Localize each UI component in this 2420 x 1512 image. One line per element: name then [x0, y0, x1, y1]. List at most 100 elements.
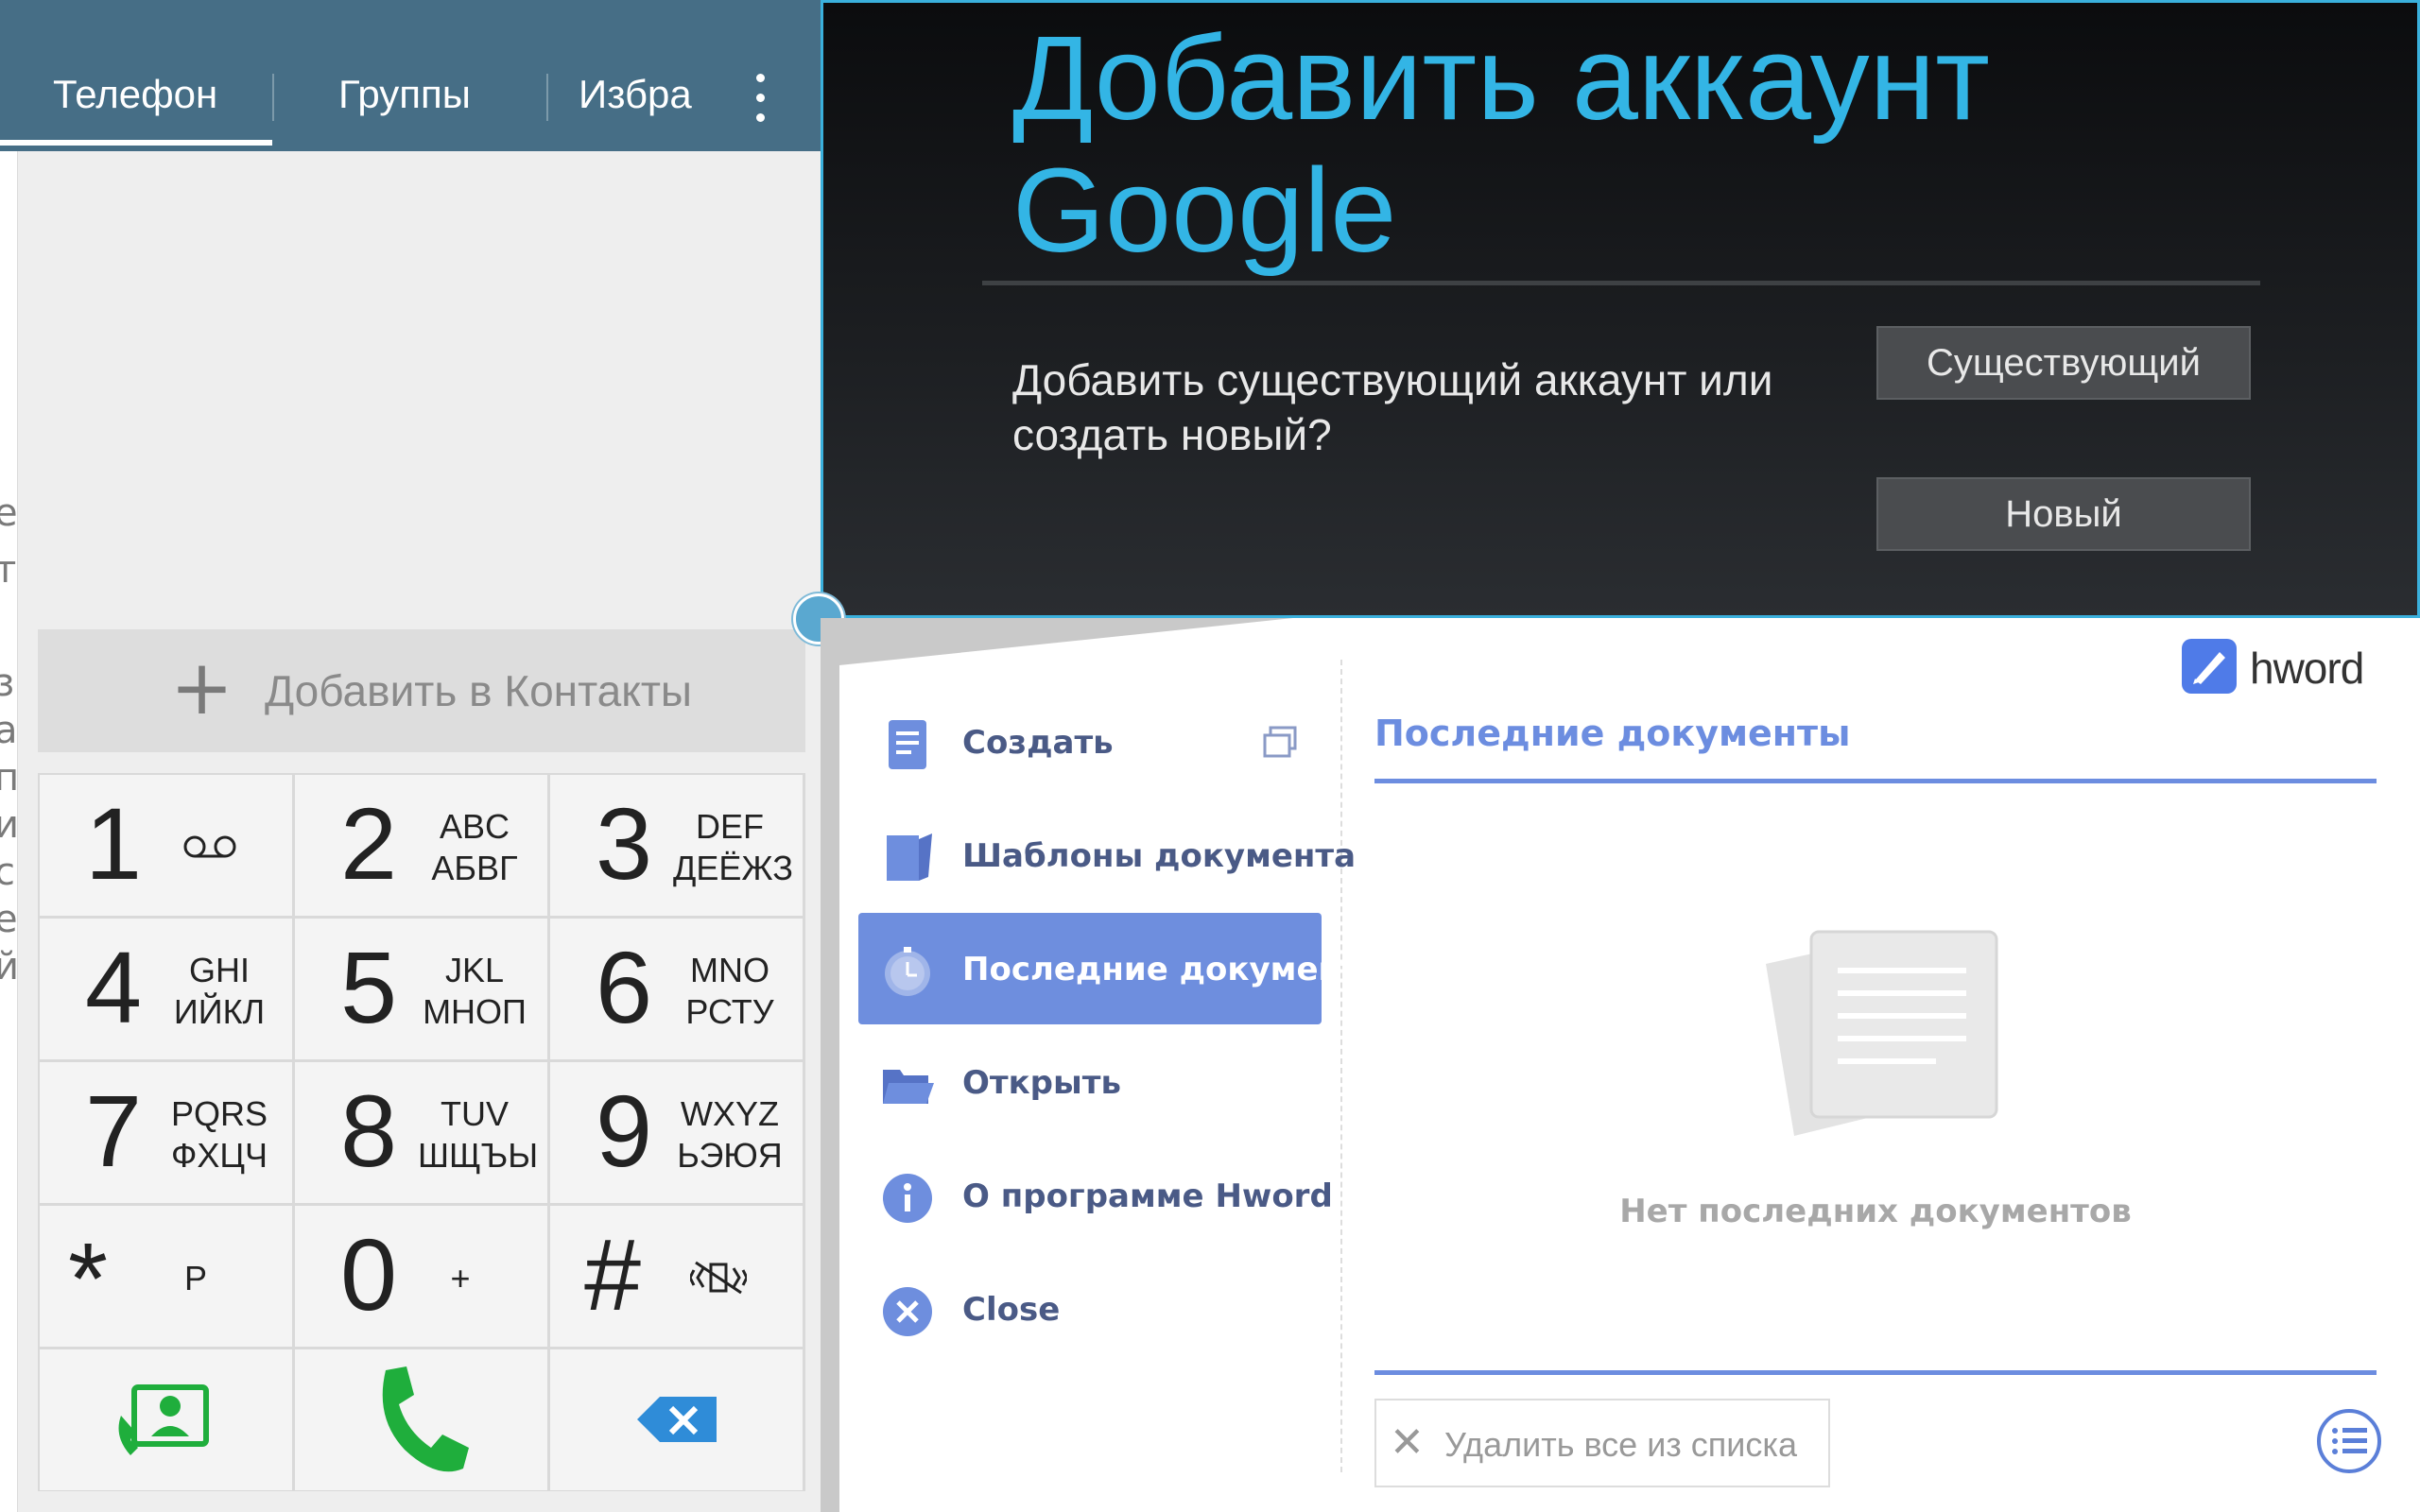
key-digit: # — [584, 1217, 642, 1332]
key-3[interactable]: 3 DEF ДЕЁЖЗ — [550, 775, 803, 916]
menu-label: Последние документы — [962, 951, 1389, 988]
tab-phone[interactable]: Телефон — [53, 72, 217, 117]
dial-keypad: 1 2 ABC АБВГ 3 DEF ДЕЁЖЗ 4 GHI ИЙКЛ 5 JK… — [38, 773, 805, 1491]
tab-divider — [546, 74, 548, 121]
key-2[interactable]: 2 ABC АБВГ — [295, 775, 547, 916]
new-window-icon[interactable] — [1261, 724, 1299, 762]
list-view-icon[interactable] — [2316, 1408, 2382, 1474]
background-window-edge: ет за пи се й — [0, 151, 19, 1512]
active-tab-indicator — [0, 140, 272, 146]
key-digit: 1 — [85, 786, 143, 901]
key-8[interactable]: 8 TUV ШЩЪЫ — [295, 1062, 547, 1203]
key-letters-latin: GHI — [188, 951, 250, 989]
tab-divider — [272, 74, 274, 121]
clock-icon — [885, 947, 930, 996]
hword-logo-icon — [2182, 639, 2237, 694]
key-letters-latin: WXYZ — [681, 1094, 779, 1133]
menu-label: О программе Hword — [962, 1177, 1333, 1215]
key-5[interactable]: 5 JKL МНОП — [295, 919, 547, 1059]
mute-vibrate-icon — [690, 1261, 747, 1295]
menu-templates[interactable]: Шаблоны документа — [858, 799, 1356, 911]
menu-open[interactable]: Открыть — [858, 1026, 1322, 1138]
add-to-contacts-button[interactable]: + Добавить в Контакты — [38, 629, 805, 752]
key-letters-latin: TUV — [441, 1094, 509, 1133]
dialog-title: Добавить аккаунт Google — [1012, 11, 1990, 277]
key-sub-label: + — [450, 1259, 471, 1297]
key-letters-cyrillic: ФХЦЧ — [170, 1136, 268, 1175]
menu-create[interactable]: Создать — [858, 686, 1322, 798]
backspace-icon — [637, 1397, 717, 1442]
key-letters-cyrillic: ЬЭЮЯ — [677, 1136, 783, 1175]
key-digit: 0 — [340, 1217, 398, 1332]
key-letters-cyrillic: ДЕЁЖЗ — [673, 849, 794, 887]
clear-list-label: Удалить все из списка — [1444, 1425, 1797, 1464]
title-underline — [1374, 779, 2377, 783]
key-digit: 7 — [85, 1074, 143, 1188]
voicemail-icon — [183, 835, 236, 858]
key-letters-cyrillic: ИЙКЛ — [173, 992, 266, 1031]
clear-list-button[interactable]: ✕ Удалить все из списка — [1374, 1399, 1830, 1487]
key-digit: 5 — [340, 930, 398, 1044]
contacts-icon — [118, 1384, 209, 1455]
new-account-button[interactable]: Новый — [1876, 477, 2251, 551]
backspace-button[interactable] — [550, 1349, 803, 1490]
folder-icon — [883, 1070, 934, 1104]
existing-account-button[interactable]: Существующий — [1876, 326, 2251, 400]
key-letters-cyrillic: РСТУ — [685, 992, 774, 1031]
key-digit: 4 — [85, 930, 143, 1044]
key-sub-label: P — [183, 1259, 207, 1297]
empty-documents-icon — [1766, 930, 1998, 1136]
title-divider — [982, 281, 2260, 285]
tab-favorites[interactable]: Избра — [579, 72, 692, 117]
hword-app-window: Создать Шаблоны документа Последние доку… — [839, 618, 2420, 1512]
key-9[interactable]: 9 WXYZ ЬЭЮЯ — [550, 1062, 803, 1203]
phone-call-icon — [382, 1366, 469, 1472]
empty-state-text: Нет последних документов — [1619, 1193, 2132, 1230]
phone-tab-bar: Телефон Группы Избра — [0, 0, 821, 151]
menu-close[interactable]: Close — [858, 1253, 1322, 1365]
tab-groups[interactable]: Группы — [338, 72, 471, 117]
key-digit: 6 — [596, 930, 653, 1044]
key-letters-latin: PQRS — [170, 1094, 268, 1133]
key-digit: 8 — [340, 1074, 398, 1188]
add-to-contacts-label: Добавить в Контакты — [265, 666, 692, 715]
menu-label: Открыть — [962, 1064, 1121, 1102]
contacts-button[interactable] — [40, 1349, 292, 1490]
key-1[interactable]: 1 — [40, 775, 292, 916]
key-letters-latin: ABC — [439, 807, 510, 846]
key-0[interactable]: 0 + — [295, 1206, 547, 1347]
key-letters-latin: JKL — [444, 951, 505, 989]
menu-label: Создать — [962, 724, 1114, 762]
key-6[interactable]: 6 MNO РСТУ — [550, 919, 803, 1059]
key-digit: * — [68, 1221, 109, 1335]
document-icon — [889, 720, 926, 769]
key-letters-cyrillic: МНОП — [423, 992, 527, 1031]
key-7[interactable]: 7 PQRS ФХЦЧ — [40, 1062, 292, 1203]
recent-documents-title: Последние документы — [1374, 713, 1851, 754]
key-digit: 3 — [596, 786, 653, 901]
menu-label: Close — [962, 1291, 1061, 1329]
key-letters-latin: DEF — [696, 807, 764, 846]
list-bottom-divider — [1374, 1370, 2377, 1375]
menu-label: Шаблоны документа — [962, 837, 1357, 875]
key-digit: 9 — [596, 1074, 653, 1188]
close-icon: ✕ — [1390, 1418, 1425, 1467]
key-letters-latin: MNO — [690, 951, 769, 989]
panel-divider — [1340, 660, 1342, 1472]
key-4[interactable]: 4 GHI ИЙКЛ — [40, 919, 292, 1059]
hword-brand: hword — [2250, 644, 2364, 693]
template-icon — [887, 833, 932, 881]
info-icon — [883, 1174, 932, 1223]
key-hash[interactable]: # — [550, 1206, 803, 1347]
dialog-message: Добавить существующий аккаунт или создат… — [1012, 355, 1773, 459]
menu-recent-documents[interactable]: Последние документы — [858, 913, 1388, 1024]
call-button[interactable] — [295, 1349, 547, 1490]
close-icon — [883, 1287, 932, 1336]
plus-icon: + — [170, 644, 234, 731]
add-google-account-dialog: Добавить аккаунт Google Добавить существ… — [821, 0, 2420, 618]
key-letters-cyrillic: АБВГ — [431, 849, 518, 887]
menu-about[interactable]: О программе Hword — [858, 1140, 1333, 1251]
phone-dialer-window: ет за пи се й Телефон Группы Избра + Доб… — [0, 0, 821, 1512]
key-star[interactable]: * P — [40, 1206, 292, 1347]
overflow-menu-icon[interactable] — [747, 74, 773, 129]
